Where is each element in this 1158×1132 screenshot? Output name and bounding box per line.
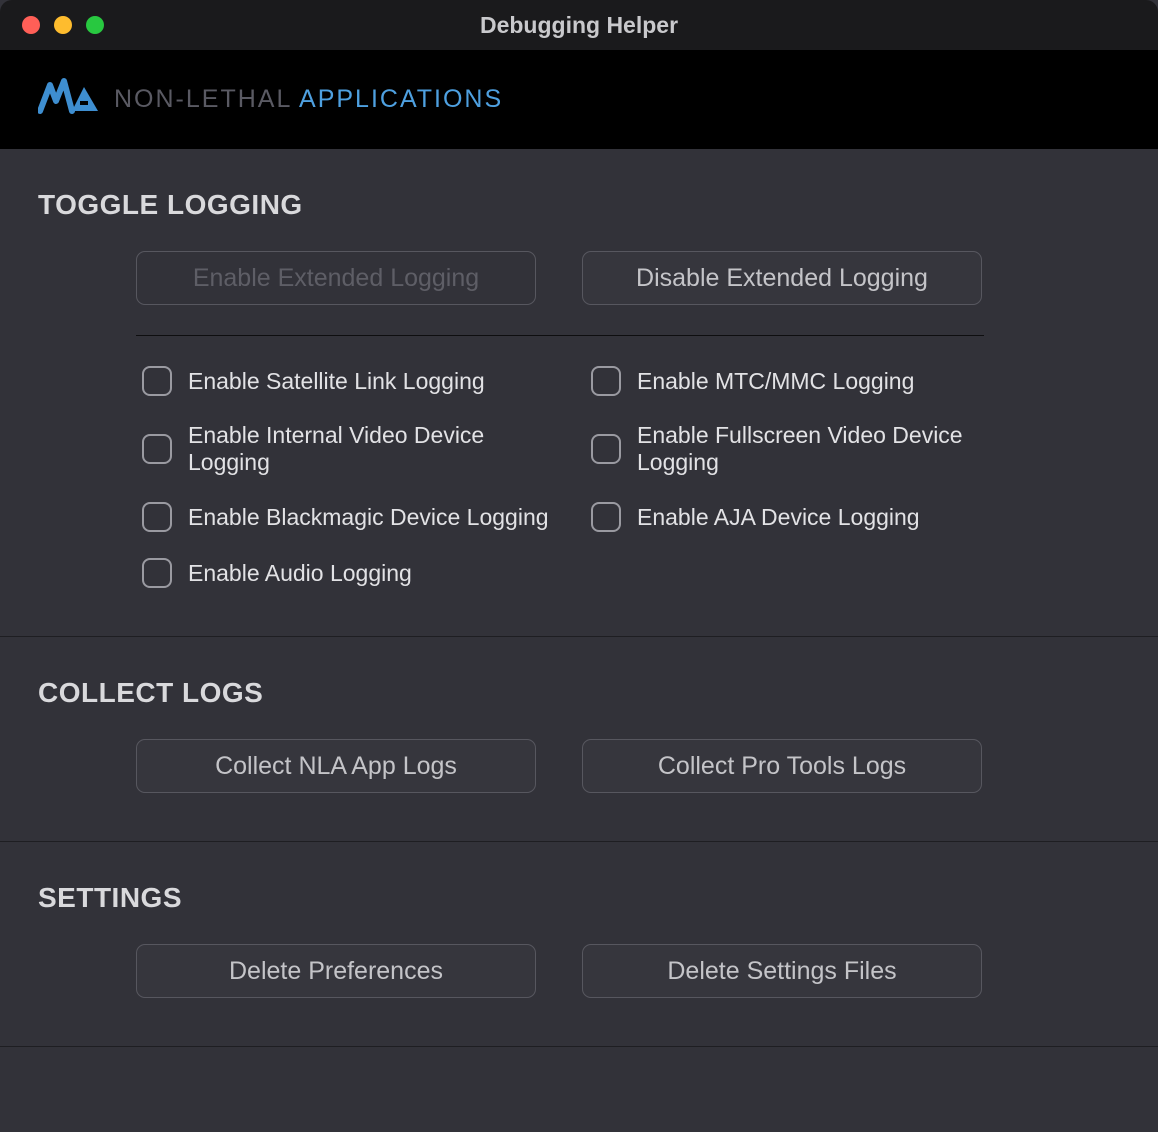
checkbox-blackmagic[interactable]: Enable Blackmagic Device Logging <box>142 502 549 532</box>
checkbox-icon[interactable] <box>142 502 172 532</box>
brand-text-blue: APPLICATIONS <box>299 85 503 113</box>
divider <box>136 335 984 336</box>
checkbox-fullscreen-video[interactable]: Enable Fullscreen Video Device Logging <box>591 422 998 476</box>
checkbox-label: Enable Satellite Link Logging <box>188 368 485 395</box>
brand-text-grey: NON-LETHAL <box>114 85 299 113</box>
checkbox-label: Enable Blackmagic Device Logging <box>188 504 549 531</box>
checkbox-label: Enable Audio Logging <box>188 560 412 587</box>
checkbox-label: Enable MTC/MMC Logging <box>637 368 914 395</box>
checkbox-audio[interactable]: Enable Audio Logging <box>142 558 549 588</box>
checkbox-icon[interactable] <box>591 366 621 396</box>
checkbox-label: Enable Fullscreen Video Device Logging <box>637 422 998 476</box>
collect-nla-logs-button[interactable]: Collect NLA App Logs <box>136 739 536 793</box>
checkbox-icon[interactable] <box>142 558 172 588</box>
checkbox-label: Enable Internal Video Device Logging <box>188 422 549 476</box>
delete-settings-files-button[interactable]: Delete Settings Files <box>582 944 982 998</box>
brand-bar: NON-LETHAL APPLICATIONS <box>0 50 1158 149</box>
checkbox-label: Enable AJA Device Logging <box>637 504 920 531</box>
section-collect-logs: COLLECT LOGS Collect NLA App Logs Collec… <box>0 637 1158 842</box>
section-heading-collect: COLLECT LOGS <box>38 677 1120 709</box>
checkbox-aja[interactable]: Enable AJA Device Logging <box>591 502 998 532</box>
section-toggle-logging: TOGGLE LOGGING Enable Extended Logging D… <box>0 149 1158 637</box>
brand-text: NON-LETHAL APPLICATIONS <box>114 85 503 114</box>
section-heading-settings: SETTINGS <box>38 882 1120 914</box>
section-settings: SETTINGS Delete Preferences Delete Setti… <box>0 842 1158 1047</box>
checkbox-icon[interactable] <box>591 434 621 464</box>
enable-extended-logging-button[interactable]: Enable Extended Logging <box>136 251 536 305</box>
checkbox-icon[interactable] <box>142 434 172 464</box>
checkbox-internal-video[interactable]: Enable Internal Video Device Logging <box>142 422 549 476</box>
window-title: Debugging Helper <box>0 12 1158 39</box>
fullscreen-window-button[interactable] <box>86 16 104 34</box>
checkbox-satellite-link[interactable]: Enable Satellite Link Logging <box>142 366 549 396</box>
titlebar: Debugging Helper <box>0 0 1158 50</box>
minimize-window-button[interactable] <box>54 16 72 34</box>
section-heading-toggle: TOGGLE LOGGING <box>38 189 1120 221</box>
brand-logo-icon <box>38 77 102 122</box>
close-window-button[interactable] <box>22 16 40 34</box>
delete-preferences-button[interactable]: Delete Preferences <box>136 944 536 998</box>
disable-extended-logging-button[interactable]: Disable Extended Logging <box>582 251 982 305</box>
checkbox-icon[interactable] <box>591 502 621 532</box>
checkbox-icon[interactable] <box>142 366 172 396</box>
collect-pro-tools-logs-button[interactable]: Collect Pro Tools Logs <box>582 739 982 793</box>
checkbox-mtc-mmc[interactable]: Enable MTC/MMC Logging <box>591 366 998 396</box>
window-controls <box>0 16 104 34</box>
